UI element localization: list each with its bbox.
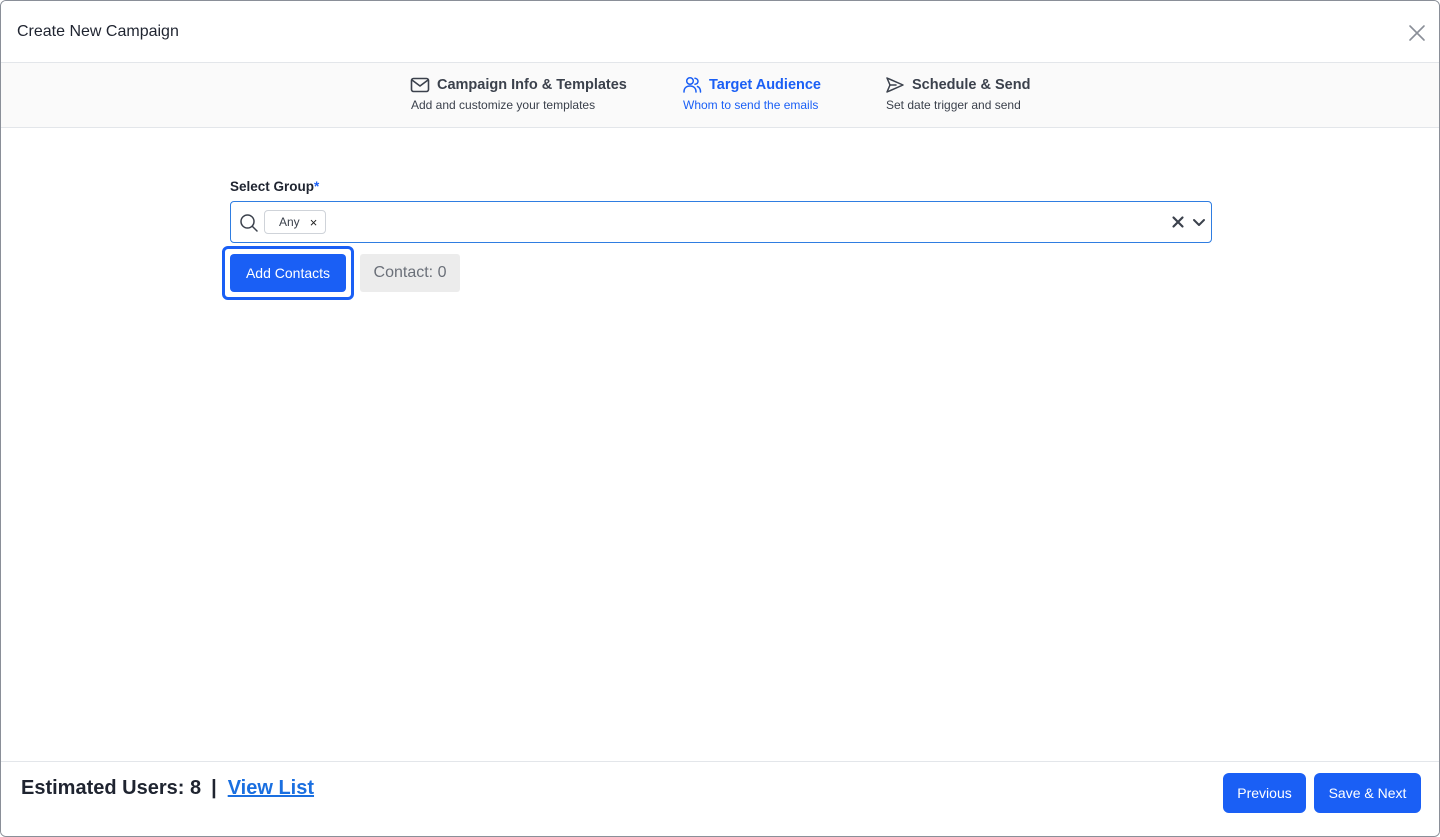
mail-icon	[410, 75, 430, 95]
modal-title: Create New Campaign	[17, 23, 179, 40]
group-chip-any: Any ×	[264, 210, 327, 234]
step-subtitle: Set date trigger and send	[886, 98, 1021, 112]
clear-selection-icon[interactable]	[1170, 214, 1186, 230]
step-subtitle: Add and customize your templates	[411, 98, 596, 112]
step-title: Schedule & Send	[912, 77, 1031, 93]
contact-count-badge: Contact: 0	[360, 254, 460, 292]
step-title: Campaign Info & Templates	[437, 77, 627, 93]
step-schedule-send[interactable]: Schedule & Send Set date trigger and sen…	[885, 75, 1030, 112]
chip-label: Any	[279, 215, 300, 229]
estimated-users-label: Estimated Users: 8	[21, 777, 202, 799]
separator: |	[211, 777, 217, 799]
users-icon	[682, 75, 702, 95]
modal-footer: Estimated Users: 8 | View List Previous …	[1, 761, 1439, 836]
create-campaign-modal: Create New Campaign Campaign Info & Temp…	[0, 0, 1440, 837]
search-icon	[239, 213, 259, 233]
save-next-button[interactable]: Save & Next	[1314, 773, 1421, 813]
select-group-label-text: Select Group	[230, 179, 315, 194]
close-icon[interactable]	[1405, 21, 1429, 45]
select-group-label: Select Group*	[230, 179, 319, 194]
chip-remove-icon[interactable]: ×	[310, 216, 318, 229]
previous-button[interactable]: Previous	[1223, 773, 1306, 813]
view-list-link[interactable]: View List	[228, 777, 314, 800]
required-mark: *	[314, 179, 320, 194]
select-group-input[interactable]: Any ×	[230, 201, 1212, 243]
target-audience-form: Select Group* Any × Add Contacts Contact…	[1, 128, 1439, 761]
chevron-down-icon[interactable]	[1191, 214, 1207, 230]
step-title: Target Audience	[709, 77, 821, 93]
step-campaign-info[interactable]: Campaign Info & Templates Add and custom…	[410, 75, 627, 112]
step-target-audience[interactable]: Target Audience Whom to send the emails	[682, 75, 821, 112]
modal-header: Create New Campaign	[1, 1, 1439, 63]
estimated-users: Estimated Users: 8 | View List	[21, 777, 314, 800]
campaign-stepper: Campaign Info & Templates Add and custom…	[1, 63, 1439, 128]
add-contacts-button[interactable]: Add Contacts	[230, 254, 346, 292]
add-contacts-focus-ring: Add Contacts	[222, 246, 354, 300]
step-subtitle: Whom to send the emails	[683, 98, 819, 112]
send-icon	[885, 75, 905, 95]
